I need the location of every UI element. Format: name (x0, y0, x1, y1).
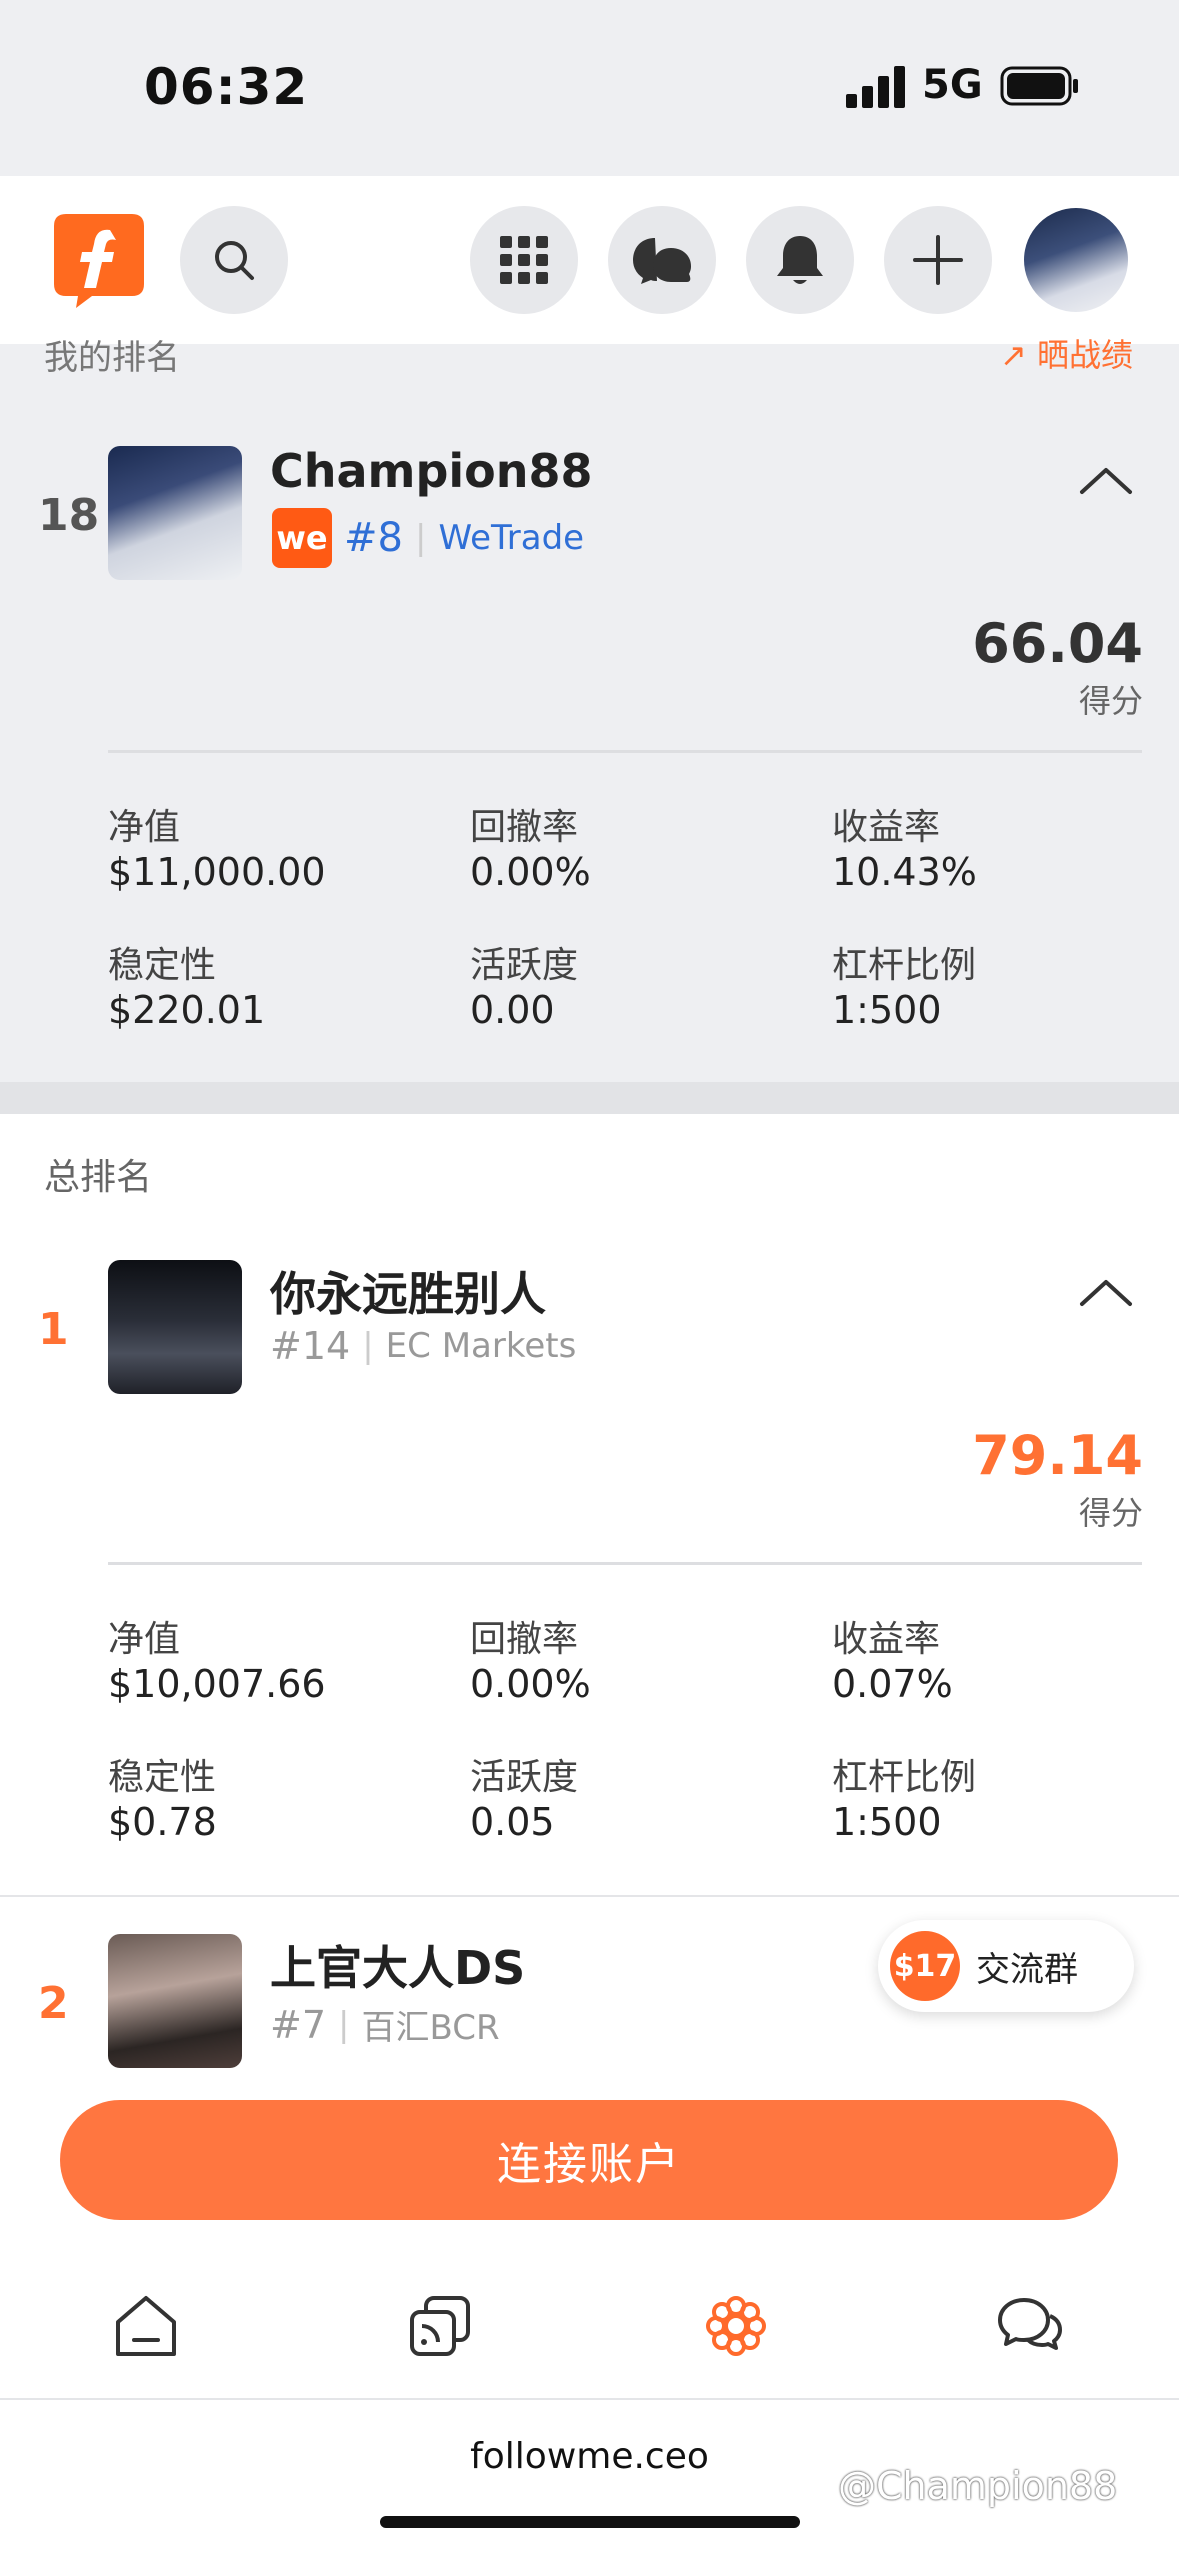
stat-label: 杠杆比例 (832, 1757, 977, 1798)
section-divider (0, 1082, 1179, 1114)
apps-button[interactable] (470, 206, 578, 314)
stat-value: 10.43% (832, 850, 977, 894)
share-achievement-link[interactable]: ↗ 晒战绩 (1000, 330, 1133, 376)
home-indicator (380, 2516, 800, 2528)
connect-account-button[interactable]: 连接账户 (60, 2100, 1118, 2220)
my-broker-info: we #8 | WeTrade (272, 508, 584, 568)
my-avatar (108, 446, 242, 580)
user-avatar (108, 1934, 242, 2068)
notification-button[interactable] (746, 206, 854, 314)
stat-value: $10,007.66 (108, 1662, 326, 1706)
my-rank-header: 我的排名 (44, 338, 180, 378)
row-divider (0, 1895, 1179, 1897)
signal-icon (846, 66, 905, 108)
bell-icon (777, 236, 823, 284)
stat-value: $11,000.00 (108, 850, 326, 894)
stat-value: 0.00% (470, 1662, 591, 1706)
sub-rank: #7 (270, 2002, 327, 2047)
score-label: 得分 (1078, 1494, 1143, 1532)
profile-avatar[interactable] (1024, 208, 1128, 312)
search-icon (215, 241, 254, 280)
chat-group-label: 交流群 (976, 1949, 1078, 1990)
stat-label: 稳定性 (108, 945, 217, 986)
my-score: 66.04 (972, 612, 1143, 675)
chat-button[interactable] (608, 206, 716, 314)
message-icon[interactable] (994, 2290, 1066, 2362)
stat-value: 0.07% (832, 1662, 953, 1706)
stat-label: 收益率 (832, 807, 941, 848)
chat-group-button[interactable]: $17 交流群 (878, 1920, 1134, 2012)
score-value: 79.14 (972, 1424, 1143, 1487)
rank-number: 2 (38, 1978, 69, 2029)
broker-name: EC Markets (385, 1326, 577, 1366)
username[interactable]: 你永远胜别人 (270, 1258, 546, 1324)
stat-label: 活跃度 (470, 945, 579, 986)
add-button[interactable] (884, 206, 992, 314)
sub-rank: #14 (270, 1324, 351, 1368)
watermark: @Champion88 (838, 2464, 1118, 2508)
stat-value: 1:500 (832, 1800, 942, 1844)
chat-badge: $17 (890, 1931, 960, 2001)
share-icon: ↗ (1000, 336, 1027, 374)
username[interactable]: 上官大人DS (270, 1932, 525, 1998)
chat-bubbles-icon (633, 238, 691, 284)
total-rank-header: 总排名 (44, 1157, 153, 1198)
stat-value: $220.01 (108, 988, 266, 1032)
stat-value: 1:500 (832, 988, 942, 1032)
feed-icon[interactable] (404, 2290, 476, 2362)
user-avatar (108, 1260, 242, 1394)
followme-logo-icon[interactable] (52, 210, 146, 310)
divider (108, 1562, 1142, 1565)
stat-label: 回撤率 (470, 807, 579, 848)
stat-label: 收益率 (832, 1619, 941, 1660)
my-rank-number: 18 (38, 490, 100, 541)
my-score-label: 得分 (1078, 682, 1143, 720)
stat-value: $0.78 (108, 1800, 217, 1844)
home-icon[interactable] (110, 2290, 182, 2362)
collapse-chevron-icon[interactable] (1076, 460, 1136, 500)
stat-label: 净值 (108, 1619, 181, 1660)
status-bar: 06:32 5G (0, 0, 1179, 176)
status-time: 06:32 (144, 58, 309, 116)
stat-label: 杠杆比例 (832, 945, 977, 986)
top-nav (0, 176, 1179, 344)
stat-label: 稳定性 (108, 1757, 217, 1798)
plus-icon (913, 235, 963, 285)
my-broker-name[interactable]: WeTrade (438, 518, 584, 558)
my-sub-rank: #8 (344, 515, 403, 561)
wetrade-logo-icon: we (272, 508, 332, 568)
rank-number: 1 (38, 1304, 69, 1355)
tab-divider (0, 2398, 1179, 2400)
battery-icon (1000, 66, 1078, 106)
broker-name: 百汇BCR (361, 2008, 500, 2048)
stat-label: 活跃度 (470, 1757, 579, 1798)
rank-flower-icon[interactable] (700, 2290, 772, 2362)
grid-icon (500, 236, 548, 284)
my-username: Champion88 (270, 444, 593, 498)
stat-label: 净值 (108, 807, 181, 848)
stat-label: 回撤率 (470, 1619, 579, 1660)
network-label: 5G (922, 62, 983, 108)
stat-value: 0.00% (470, 850, 591, 894)
collapse-chevron-icon[interactable] (1076, 1272, 1136, 1312)
stat-value: 0.05 (470, 1800, 555, 1844)
search-button[interactable] (180, 206, 288, 314)
stat-value: 0.00 (470, 988, 555, 1032)
broker-info: #7 | 百汇BCR (270, 2000, 500, 2049)
broker-info: #14 | EC Markets (270, 1324, 577, 1368)
divider (108, 750, 1142, 753)
